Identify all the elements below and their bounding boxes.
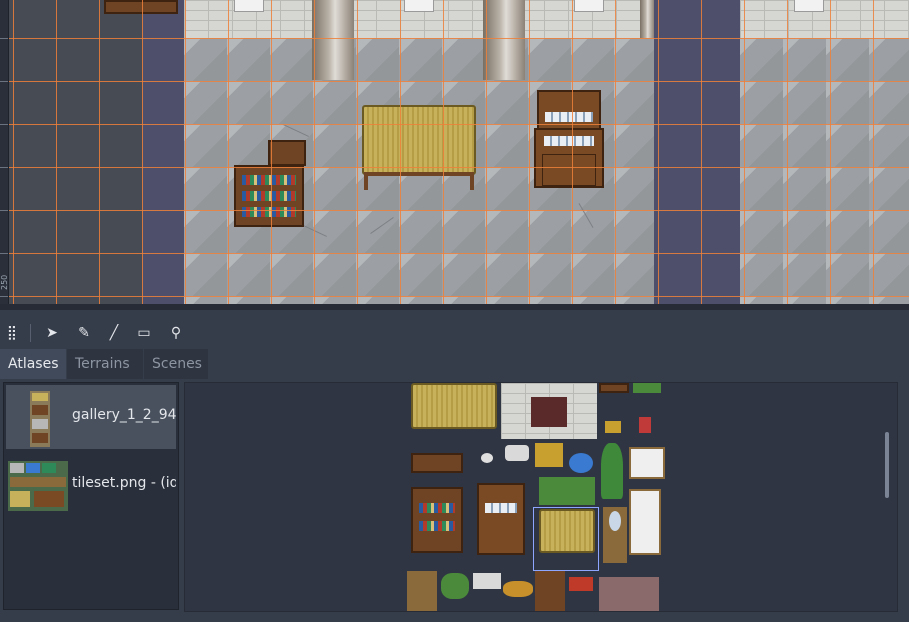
bookshelf-top [268,140,306,166]
vertical-ruler [0,0,9,304]
sprite-desk[interactable] [411,453,463,473]
sprite-kettle[interactable] [505,445,529,461]
wall-window [234,0,264,12]
atlas-item[interactable]: gallery_1_2_9474 [6,385,176,449]
sprite-bed-top[interactable] [629,447,665,479]
atlas-item[interactable]: tileset.png - (id: [6,453,176,517]
sprite-frames[interactable] [535,443,563,467]
selected-tile-highlight [533,507,599,571]
wall-window [794,0,824,12]
atlas-scrollbar[interactable] [885,432,889,498]
tab-scenes[interactable]: Scenes [144,349,208,379]
sprite-meat[interactable] [569,577,593,591]
bucket-tool-icon[interactable]: ⚲ [167,324,185,342]
stone-wall [740,0,909,38]
sprite-teapot[interactable] [481,453,493,463]
atlas-list: gallery_1_2_9474 tileset.png - (id: [3,382,179,610]
sprite-fireplace[interactable] [501,383,597,439]
empty-area [654,0,740,304]
sprite-table[interactable] [411,383,497,429]
stone-floor [740,38,909,304]
tab-atlases[interactable]: Atlases [0,349,66,379]
wall-window [574,0,604,12]
paint-tool-icon[interactable]: ✎ [75,324,93,342]
sprite-fish-plate[interactable] [473,573,501,589]
tile-grid-icon[interactable]: ⣿ [3,324,21,342]
atlas-item-label: gallery_1_2_9474 [72,407,176,423]
atlas-view[interactable] [184,382,898,612]
sprite-bed[interactable] [629,489,661,555]
sprite-shelf[interactable] [599,383,629,393]
stone-pillar [312,0,354,80]
dish-cupboard-top [537,90,601,130]
select-tool-icon[interactable]: ➤ [43,324,61,342]
sprite-cupboard[interactable] [477,483,525,555]
atlas-item-label: tileset.png - (id: [72,475,176,491]
sprite-flower-box[interactable] [539,477,595,505]
stone-pillar [483,0,525,80]
toolbar-separator [30,324,31,342]
tab-terrains[interactable]: Terrains [67,349,143,379]
sprite-book[interactable] [639,417,651,433]
tile-toolbar: ⣿ ➤ ✎ ╱ ▭ ⚲ [0,316,909,350]
sprite-bread[interactable] [503,581,533,597]
ruler-label: 250 [0,274,9,290]
sprite-stool[interactable] [605,421,621,433]
wooden-table [362,105,476,175]
bookshelf [234,165,304,227]
sprite-vegetables[interactable] [441,573,469,599]
sprite-candles[interactable] [407,571,437,611]
dish-cupboard [534,128,604,188]
stone-pillar [640,0,654,38]
line-tool-icon[interactable]: ╱ [105,324,123,342]
sprite-fish-crate[interactable] [535,571,565,611]
sprite-plant[interactable] [633,383,661,393]
sprite-potted-tree[interactable] [601,443,623,499]
wall-window [404,0,434,12]
tilemap-viewport[interactable]: 250 [0,0,909,304]
sprite-bookshelf[interactable] [411,487,463,553]
rect-tool-icon[interactable]: ▭ [135,324,153,342]
sprite-flowers[interactable] [569,453,593,473]
atlas-thumbnail [30,391,50,447]
atlas-thumbnail [8,461,68,511]
sprite-mirror-vanity[interactable] [603,507,627,563]
sprite-sofa[interactable] [599,577,659,611]
